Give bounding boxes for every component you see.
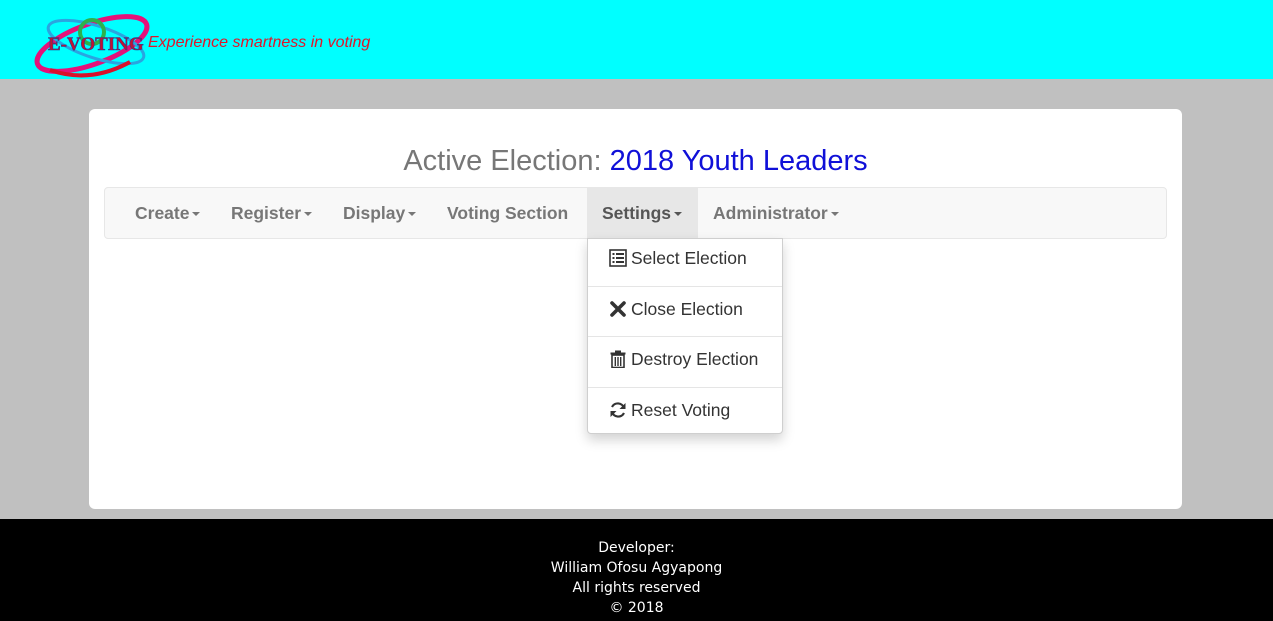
nav-voting-section-label: Voting Section xyxy=(447,203,569,223)
menu-item-label: Reset Voting xyxy=(631,400,731,420)
trash-icon xyxy=(610,350,626,368)
active-election-heading: Active Election: 2018 Youth Leaders xyxy=(89,145,1182,178)
footer-developer-name: William Ofosu Agyapong xyxy=(550,560,723,576)
nav-register-label: Register xyxy=(231,203,302,223)
close-icon xyxy=(610,301,626,317)
footer-copyright: © 2018 xyxy=(609,600,664,616)
refresh-icon xyxy=(610,402,626,418)
footer-developer-label: Developer: xyxy=(598,540,675,556)
caret-down-icon xyxy=(408,212,417,217)
settings-dropdown-menu: Select Election Close Election Destroy E… xyxy=(587,238,783,434)
footer-rights: All rights reserved xyxy=(572,580,701,596)
menu-item-close-election[interactable]: Close Election xyxy=(588,290,782,340)
nav-create-dropdown[interactable]: Create xyxy=(135,188,201,238)
nav-settings-label: Settings xyxy=(602,203,672,223)
site-header: E-VOTING Experience smartness in voting xyxy=(0,0,1273,79)
active-election-name: 2018 Youth Leaders xyxy=(609,145,868,177)
main-navbar: Create Register Display Voting Section S… xyxy=(104,187,1167,239)
menu-item-label: Destroy Election xyxy=(631,349,759,369)
menu-divider xyxy=(588,286,782,287)
nav-administrator-dropdown[interactable]: Administrator xyxy=(713,188,839,238)
caret-down-icon xyxy=(192,212,201,217)
caret-down-icon xyxy=(304,212,313,217)
nav-register-dropdown[interactable]: Register xyxy=(231,188,313,238)
logo-text: E-VOTING xyxy=(48,34,144,56)
caret-down-icon xyxy=(830,212,839,217)
nav-settings-dropdown[interactable]: Settings xyxy=(587,188,698,238)
nav-display-label: Display xyxy=(343,203,406,223)
site-footer: Developer: William Ofosu Agyapong All ri… xyxy=(0,519,1273,621)
menu-divider xyxy=(588,387,782,388)
menu-item-label: Select Election xyxy=(631,248,747,268)
site-tagline: Experience smartness in voting xyxy=(148,34,371,51)
menu-item-reset-voting[interactable]: Reset Voting xyxy=(588,391,782,441)
nav-display-dropdown[interactable]: Display xyxy=(343,188,417,238)
list-alt-icon xyxy=(609,249,627,267)
nav-administrator-label: Administrator xyxy=(713,203,828,223)
nav-create-label: Create xyxy=(135,203,190,223)
nav-voting-section-link[interactable]: Voting Section xyxy=(447,188,568,238)
menu-item-label: Close Election xyxy=(631,299,743,319)
menu-divider xyxy=(588,336,782,337)
menu-item-select-election[interactable]: Select Election xyxy=(588,239,782,289)
e-voting-logo[interactable]: E-VOTING xyxy=(30,4,150,80)
active-election-label: Active Election: xyxy=(403,145,602,177)
menu-item-destroy-election[interactable]: Destroy Election xyxy=(588,340,782,390)
caret-down-icon xyxy=(674,212,683,217)
